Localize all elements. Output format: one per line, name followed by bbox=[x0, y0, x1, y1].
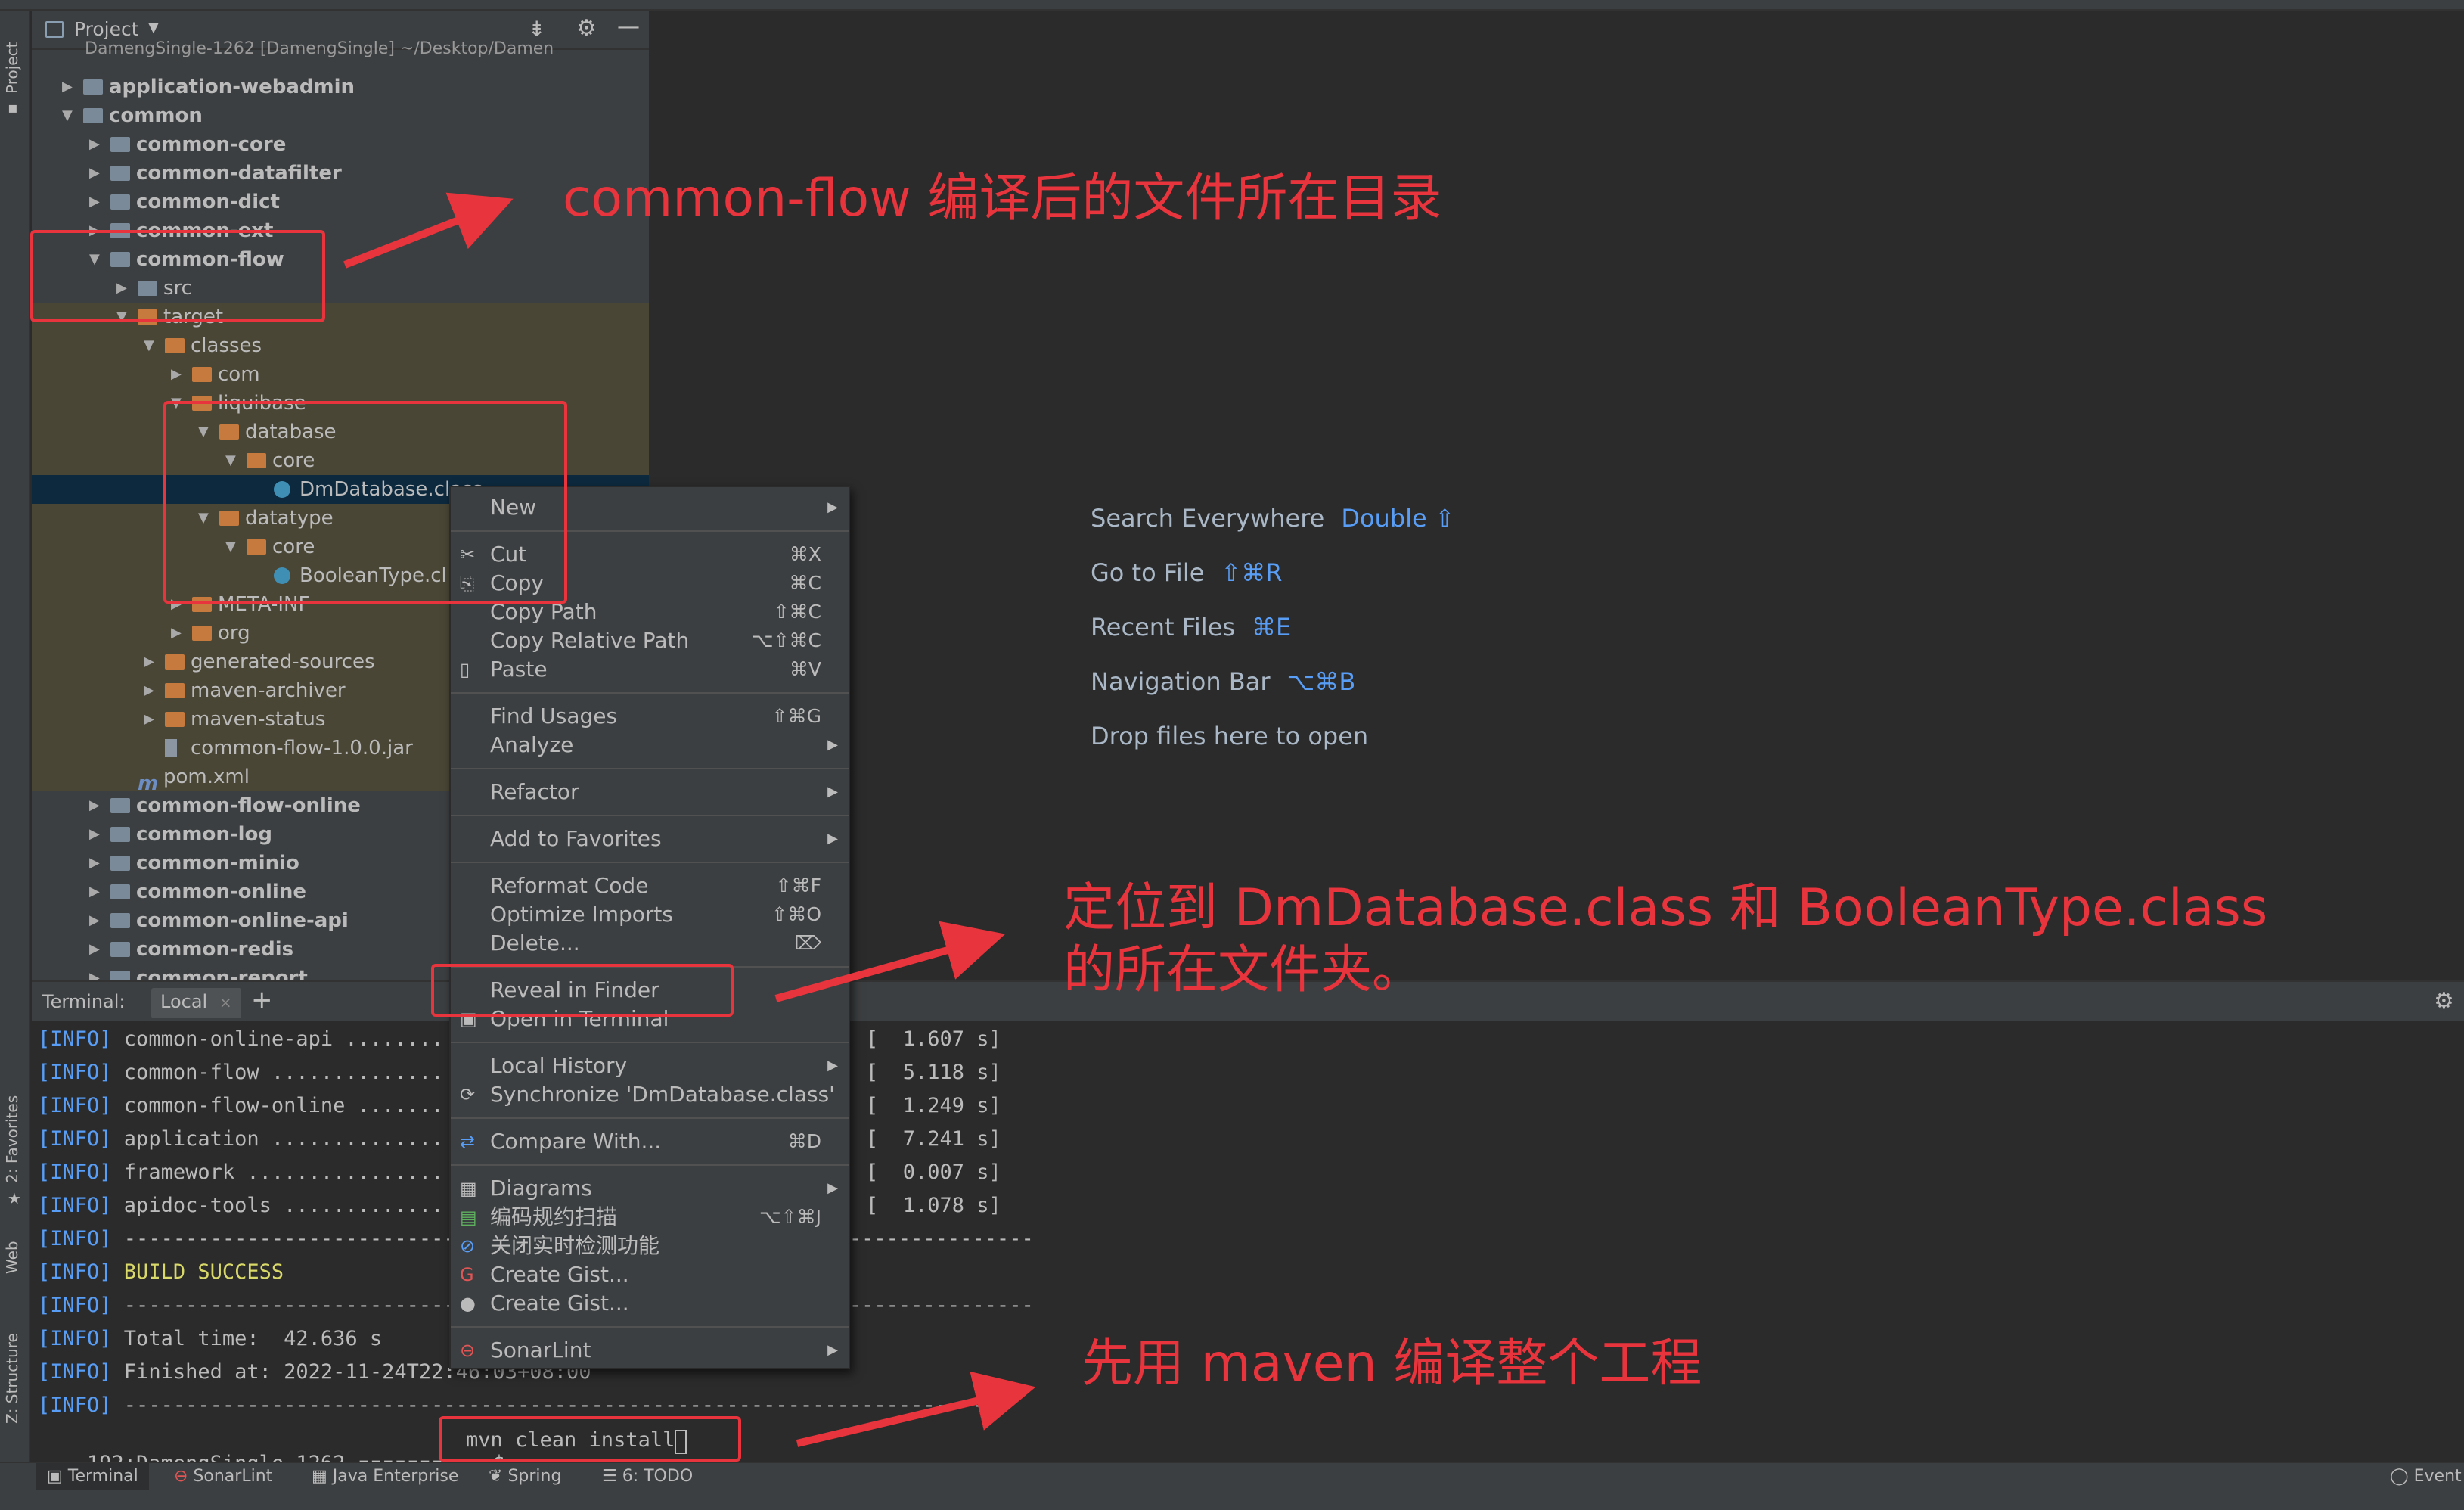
annotation-flow-dir: common-flow 编译后的文件所在目录 bbox=[563, 169, 1442, 228]
arrow-to-common-flow bbox=[343, 192, 514, 269]
arrow-to-mvn bbox=[796, 1371, 1036, 1447]
annotation-maven: 先用 maven 编译整个工程 bbox=[1081, 1334, 1702, 1393]
annotation-locate-line2: 的所在文件夹。 bbox=[1063, 940, 1424, 1000]
arrow-to-reveal bbox=[774, 921, 1006, 1002]
